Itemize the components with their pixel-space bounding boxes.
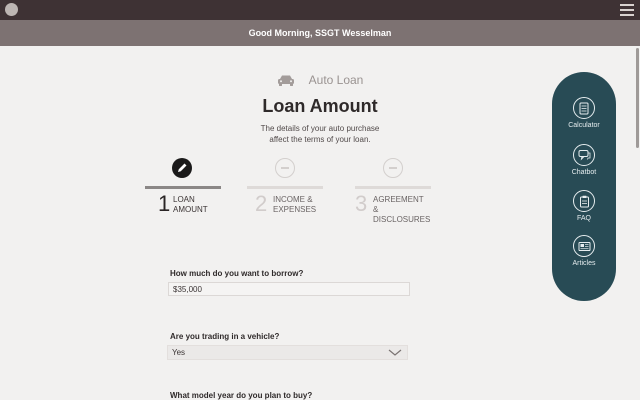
side-item-label: Articles — [572, 260, 596, 267]
model-year-label: What model year do you plan to buy? — [170, 391, 313, 400]
car-icon — [277, 74, 295, 86]
hamburger-icon[interactable] — [620, 4, 634, 16]
trade-in-select[interactable]: Yes — [167, 345, 408, 360]
step-progress-line — [145, 186, 221, 189]
loan-type-label: Auto Loan — [308, 73, 364, 87]
step-number: 1 — [158, 191, 171, 216]
greeting-bar: Good Morning, SSGT Wesselman — [0, 20, 640, 46]
page-title: Loan Amount — [262, 96, 378, 116]
page-subtitle: The details of your auto purchase affect… — [260, 124, 380, 144]
minus-circle-icon — [275, 158, 295, 178]
chevron-down-icon — [388, 348, 402, 361]
step-label: AGREEMENT & DISCLOSURES — [373, 195, 431, 224]
calculator-icon — [573, 97, 595, 119]
step-number: 3 — [355, 191, 368, 216]
side-item-label: Calculator — [568, 122, 600, 129]
step-label: INCOME & EXPENSES — [273, 195, 317, 214]
trade-in-label: Are you trading in a vehicle? — [170, 332, 280, 341]
step-label: LOAN AMOUNT — [173, 195, 208, 214]
side-item-faq[interactable]: FAQ — [552, 190, 616, 222]
top-bar — [0, 0, 640, 20]
side-item-articles[interactable]: Articles — [552, 235, 616, 267]
side-item-chatbot[interactable]: Chatbot — [552, 144, 616, 176]
pencil-icon — [172, 158, 192, 178]
side-item-label: FAQ — [576, 215, 591, 222]
side-tools-panel: Calculator Chatbot FAQ Articles — [552, 72, 616, 301]
newspaper-icon — [573, 235, 595, 257]
step-number: 2 — [255, 191, 268, 216]
borrow-amount-label: How much do you want to borrow? — [170, 269, 304, 278]
minus-circle-icon — [383, 158, 403, 178]
step-progress-line — [247, 186, 323, 189]
loan-header: Auto Loan Loan Amount The details of you… — [185, 70, 455, 145]
trade-in-value: Yes — [172, 348, 186, 357]
greeting-text: Good Morning, SSGT Wesselman — [248, 28, 392, 38]
step-progress-line — [355, 186, 431, 189]
chat-bubble-icon — [573, 144, 595, 166]
page-scrollbar[interactable] — [636, 48, 639, 148]
side-item-calculator[interactable]: Calculator — [552, 97, 616, 129]
loan-type: Auto Loan — [185, 70, 455, 90]
clipboard-icon — [573, 190, 595, 212]
borrow-amount-input[interactable] — [168, 282, 410, 296]
side-item-label: Chatbot — [571, 169, 597, 176]
circle-logo-icon[interactable] — [5, 3, 18, 16]
